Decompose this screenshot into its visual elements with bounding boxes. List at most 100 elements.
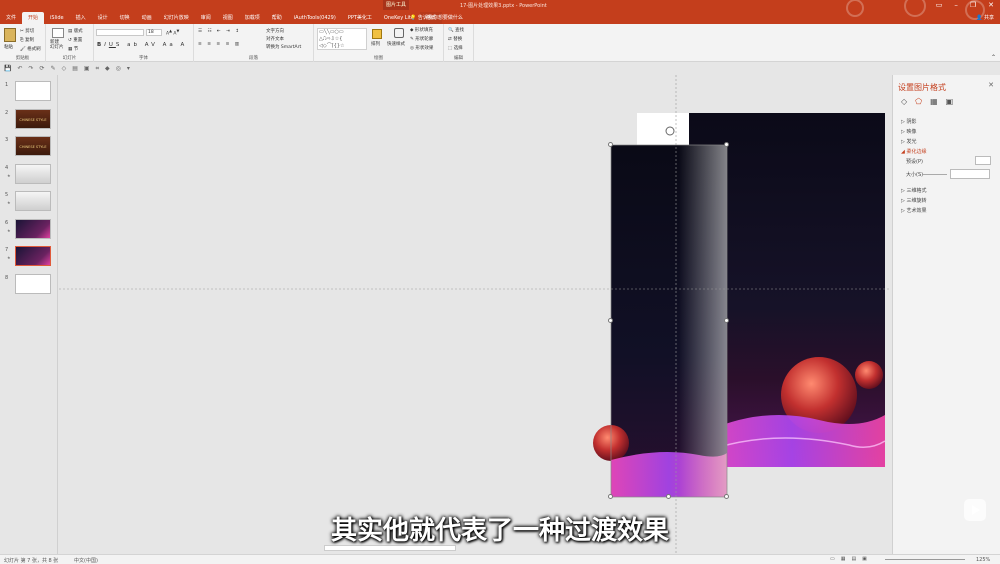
replace-button[interactable]: ⇄ 替换	[448, 36, 462, 42]
tab-1[interactable]: 开始	[22, 12, 45, 24]
slide-thumbnail[interactable]	[15, 246, 51, 266]
paste-button[interactable]: 粘贴	[4, 44, 13, 50]
tab-13[interactable]: PPT美化工	[342, 12, 378, 24]
shape-effects-button[interactable]: ◎ 形状效果	[410, 45, 433, 51]
restore-icon[interactable]: ❐	[970, 1, 976, 9]
paste-icon[interactable]	[4, 28, 16, 42]
editing-label: 编辑	[454, 56, 463, 61]
copy-button[interactable]: ⎘ 复制	[20, 37, 34, 43]
effects-icon[interactable]: ⬠	[915, 97, 922, 106]
pane-section[interactable]: ▷ 发光	[901, 138, 916, 145]
reset-button[interactable]: ↺ 重置	[68, 37, 82, 43]
view-buttons[interactable]: ▭▦▤▣	[830, 556, 873, 562]
slide-thumbnail[interactable]: CHINESE STYLE	[15, 108, 51, 129]
tab-6[interactable]: 动画	[136, 12, 158, 24]
pane-section[interactable]: ◢ 柔化边缘	[901, 148, 926, 155]
slide-thumbnail[interactable]: CHINESE STYLE	[15, 136, 51, 156]
picture-icon[interactable]: ▣	[946, 97, 954, 106]
shape-outline-button[interactable]: ✎ 形状轮廓	[410, 36, 433, 42]
text-direction-button[interactable]: 文字方向	[266, 28, 284, 34]
shapes-icon[interactable]: ◇	[62, 65, 67, 72]
customize-qat-icon[interactable]: ▾	[127, 65, 130, 72]
size-slider[interactable]	[923, 174, 947, 175]
tab-9[interactable]: 视图	[217, 12, 239, 24]
format-painter-button[interactable]: 🖌 格式刷	[20, 46, 41, 52]
close-icon[interactable]: ✕	[988, 1, 994, 9]
align-icon[interactable]: ▤	[72, 65, 78, 72]
tab-3[interactable]: 插入	[70, 12, 92, 24]
align-buttons[interactable]: ≡ ≡ ≡ ≡ ▥	[198, 42, 241, 47]
find-button[interactable]: 🔍 查找	[448, 27, 464, 33]
white-overlay	[637, 113, 689, 145]
font-grow-icon[interactable]: A▲ A▼	[166, 29, 179, 37]
tab-12[interactable]: iAuthTools(0429)	[288, 12, 342, 24]
pane-section[interactable]: ▷ 艺术效果	[901, 207, 926, 214]
section-button[interactable]: ▦ 节	[68, 46, 78, 52]
select-button[interactable]: ⬚ 选择	[448, 45, 463, 51]
resize-handle-sw[interactable]	[608, 494, 613, 499]
slide-thumbnail[interactable]	[15, 273, 51, 294]
zoom-slider[interactable]	[885, 559, 965, 560]
play-button-icon[interactable]	[964, 499, 986, 521]
resize-handle-e[interactable]	[724, 318, 729, 323]
share-button[interactable]: 👤 共享	[976, 14, 994, 21]
font-size-combo[interactable]: 18	[146, 29, 162, 36]
merge-icon[interactable]: ◎	[116, 65, 121, 72]
tab-11[interactable]: 帮助	[266, 12, 288, 24]
repeat-icon[interactable]: ⟳	[40, 65, 45, 72]
size-spinbox[interactable]	[950, 169, 990, 179]
save-icon[interactable]: 💾	[4, 65, 11, 72]
pane-section[interactable]: ▷ 三维旋转	[901, 197, 926, 204]
resize-handle-ne[interactable]	[724, 142, 729, 147]
tab-0[interactable]: 文件	[0, 12, 22, 24]
resize-handle-nw[interactable]	[608, 142, 613, 147]
arrange-icon[interactable]	[372, 29, 382, 39]
align-text-button[interactable]: 对齐文本	[266, 36, 284, 42]
slide-thumbnail[interactable]	[15, 81, 51, 101]
preset-dropdown[interactable]	[975, 156, 991, 165]
layout-button[interactable]: ▤ 版式	[68, 28, 83, 34]
slide-thumbnail[interactable]	[15, 163, 51, 184]
format-painter-icon[interactable]: ✎	[51, 65, 56, 72]
size-properties-icon[interactable]: ▦	[930, 97, 938, 106]
resize-handle-w[interactable]	[608, 318, 613, 323]
tab-2[interactable]: iSlide	[44, 12, 70, 24]
tab-10[interactable]: 加载项	[239, 12, 266, 24]
fill-line-icon[interactable]: ◇	[901, 97, 907, 106]
undo-icon[interactable]: ↶	[17, 65, 22, 72]
tab-5[interactable]: 切换	[114, 12, 136, 24]
color-icon[interactable]: ◆	[105, 65, 110, 72]
shapes-gallery[interactable]: ▭╲╲▭○▭ △⎍⇨⇩☆{◁◇⌒⌈{}☆	[317, 28, 367, 50]
resize-handle-se[interactable]	[724, 494, 729, 499]
list-buttons[interactable]: ☰ ☷ ⇤ ⇥ ↕	[198, 29, 241, 34]
pane-section[interactable]: ▷ 映像	[901, 128, 916, 135]
redo-icon[interactable]: ↷	[29, 65, 34, 72]
zoom-level[interactable]: 125%	[976, 557, 990, 563]
tell-me-box[interactable]: 💡 告诉我你想要做什么	[410, 14, 463, 21]
new-slide-button[interactable]: 新建 幻灯片	[50, 40, 64, 50]
tab-7[interactable]: 幻灯片放映	[158, 12, 195, 24]
minimize-icon[interactable]: –	[954, 1, 958, 9]
ribbon: 粘贴 ✂ 剪切 ⎘ 复制 🖌 格式刷 剪贴板 新建 幻灯片 ▤ 版式 ↺ 重置 …	[0, 24, 1000, 62]
crop-icon[interactable]: ⌗	[96, 65, 99, 73]
quick-styles-icon[interactable]	[394, 28, 404, 38]
group-icon[interactable]: ▣	[84, 65, 90, 72]
slide-thumbnail[interactable]	[15, 191, 51, 211]
slide-thumbnail[interactable]	[15, 218, 51, 239]
tab-4[interactable]: 设计	[92, 12, 114, 24]
font-name-combo[interactable]	[96, 29, 144, 36]
shape-fill-button[interactable]: ◆ 形状填充	[410, 27, 433, 33]
arrange-button[interactable]: 排列	[371, 41, 380, 47]
new-slide-icon[interactable]	[52, 28, 64, 38]
resize-handle-s[interactable]	[666, 494, 671, 499]
ribbon-options-icon[interactable]: ▭	[936, 1, 943, 9]
pane-section[interactable]: ▷ 阴影	[901, 118, 916, 125]
cut-button[interactable]: ✂ 剪切	[20, 28, 34, 34]
smartart-button[interactable]: 转换为 SmartArt	[266, 44, 301, 50]
pane-section[interactable]: ▷ 三维格式	[901, 187, 926, 194]
tab-8[interactable]: 审阅	[195, 12, 217, 24]
quick-styles-button[interactable]: 快速样式	[387, 41, 405, 47]
collapse-ribbon-icon[interactable]: ⌃	[991, 54, 996, 61]
close-icon[interactable]: ✕	[988, 81, 994, 89]
font-format-buttons[interactable]: BIUS ab AV Aa A	[97, 42, 187, 48]
